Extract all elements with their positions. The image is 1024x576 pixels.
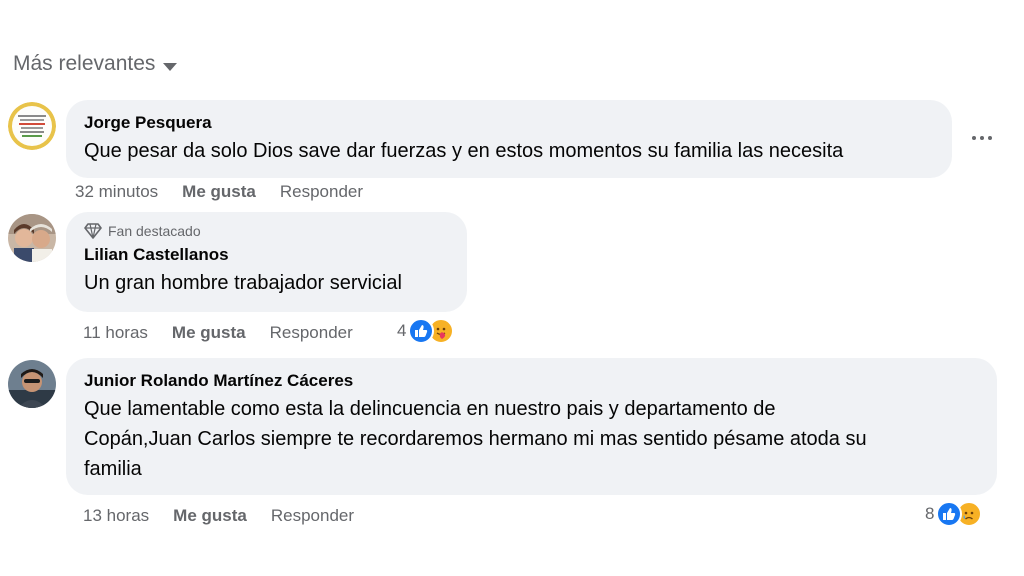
avatar[interactable] [8,214,56,262]
comment-text-line: Que lamentable como esta la delincuencia… [84,398,776,420]
reply-button[interactable]: Responder [280,182,363,202]
comment-actions: 32 minutos Me gusta Responder [75,182,387,202]
reaction-count: 4 [397,321,407,340]
comment-text: Que lamentable como esta la delincuencia… [84,394,979,484]
comment-timestamp[interactable]: 11 horas [83,323,148,343]
comment-author[interactable]: Junior Rolando Martínez Cáceres [84,370,979,392]
reaction-summary[interactable]: 8 [925,501,983,527]
comment-author[interactable]: Lilian Castellanos [84,244,449,266]
avatar[interactable] [8,360,56,408]
sort-label: Más relevantes [13,52,156,75]
reply-button[interactable]: Responder [270,323,353,343]
comment-text: Un gran hombre trabajador servicial [84,272,402,294]
like-button[interactable]: Me gusta [172,323,246,343]
more-options-icon[interactable] [968,126,996,150]
top-fan-badge: Fan destacado [84,223,449,239]
comment-bubble: Fan destacado Lilian Castellanos Un gran… [66,212,467,312]
comment-bubble: Junior Rolando Martínez Cáceres Que lame… [66,358,997,495]
comment-actions: 11 horas Me gusta Responder [83,323,377,343]
comment-timestamp[interactable]: 13 horas [83,506,149,526]
reaction-count: 8 [925,504,935,523]
comment-author[interactable]: Jorge Pesquera [84,112,934,134]
comment-text-line: familia [84,458,142,480]
comment-actions: 13 horas Me gusta Responder [83,506,378,526]
comment-timestamp[interactable]: 32 minutos [75,182,158,202]
reaction-summary[interactable]: 4 [397,318,455,344]
avatar[interactable] [8,102,56,150]
caret-down-icon [163,62,178,71]
comment-bubble: Jorge Pesquera Que pesar da solo Dios sa… [66,100,952,178]
diamond-icon [84,223,102,239]
like-button[interactable]: Me gusta [173,506,247,526]
comment-text: Que pesar da solo Dios save dar fuerzas … [84,140,844,162]
comment-text-line: Copán,Juan Carlos siempre te recordaremo… [84,428,867,450]
sort-dropdown[interactable]: Más relevantes [13,52,178,76]
like-button[interactable]: Me gusta [182,182,256,202]
badge-label: Fan destacado [108,223,201,239]
reply-button[interactable]: Responder [271,506,354,526]
